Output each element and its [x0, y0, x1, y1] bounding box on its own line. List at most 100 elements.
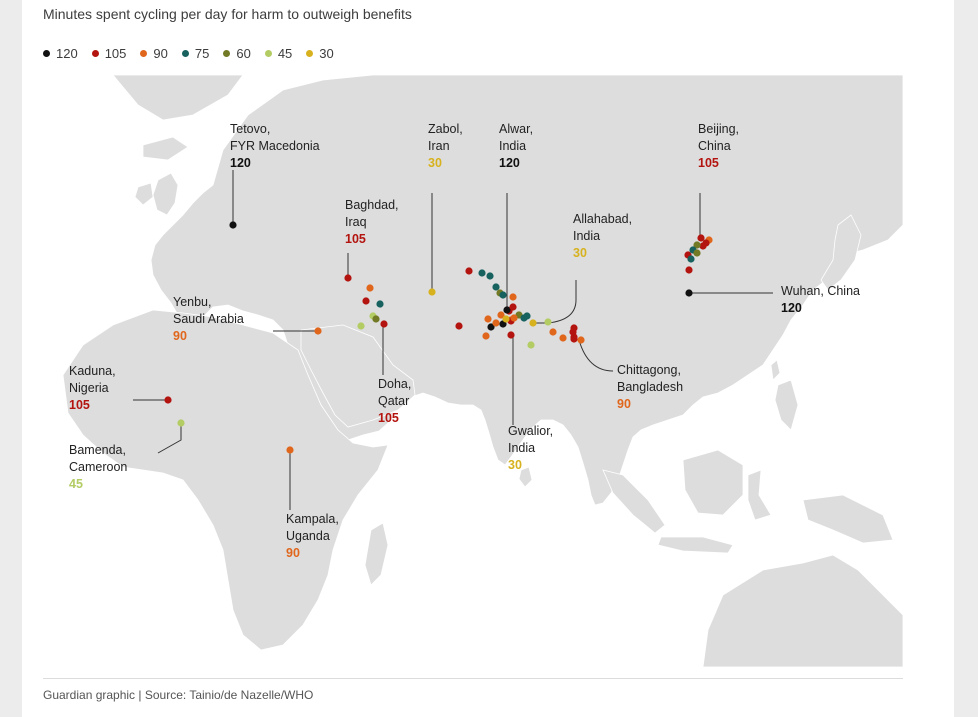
- label-beijing-line1: Beijing,: [698, 122, 739, 136]
- city-dot: [527, 341, 535, 349]
- legend-dot-75: [181, 49, 189, 57]
- city-dot: [455, 322, 463, 330]
- legend-item-120: 120: [43, 46, 78, 61]
- legend-item-75: 75: [181, 45, 210, 61]
- label-doha-line2: Qatar: [378, 394, 410, 408]
- label-kaduna: Kaduna, Nigeria 105: [69, 363, 116, 414]
- label-bamenda-value: 45: [69, 477, 83, 491]
- city-dot: [362, 297, 370, 305]
- city-dot: [523, 312, 531, 320]
- footer-divider: [43, 678, 903, 679]
- label-alwar-line2: India: [499, 139, 527, 153]
- city-dot: [577, 336, 585, 344]
- city-dot: [484, 315, 492, 323]
- city-dot: [465, 267, 473, 275]
- label-chittagong-line2: Bangladesh: [617, 380, 684, 394]
- legend-item-90: 90: [140, 45, 168, 61]
- label-alwar-line1: Alwar,: [499, 122, 534, 136]
- label-wuhan-value: 120: [781, 301, 802, 315]
- legend-label-105: 105: [104, 45, 127, 61]
- legend-label-60: 60: [236, 45, 251, 61]
- city-dot: [492, 319, 500, 327]
- city-dot: [314, 327, 322, 335]
- city-dot: [164, 396, 172, 404]
- legend-label-45: 45: [277, 45, 293, 61]
- label-tetovo-line2: FYR Macedonia: [230, 139, 320, 153]
- label-gwalior-line1: Gwalior,: [508, 424, 554, 438]
- label-tetovo: Tetovo, FYR Macedonia 120: [230, 121, 320, 172]
- city-dot: [693, 249, 701, 257]
- legend-item-60: 60: [223, 45, 251, 61]
- label-zabol: Zabol, Iran 30: [428, 121, 463, 172]
- city-dot: [529, 319, 537, 327]
- city-dot: [544, 318, 552, 326]
- city-dot: [482, 332, 490, 340]
- city-dot: [570, 335, 578, 343]
- city-dot: [702, 239, 710, 247]
- label-wuhan-line1: Wuhan, China: [781, 284, 860, 298]
- city-dot: [685, 289, 693, 297]
- city-dot: [486, 272, 494, 280]
- legend-dot-105: [91, 49, 99, 57]
- label-kaduna-line2: Nigeria: [69, 381, 109, 395]
- label-allahabad-value: 30: [573, 246, 587, 260]
- label-alwar: Alwar, India 120: [499, 121, 533, 172]
- label-kampala-line2: Uganda: [286, 529, 330, 543]
- legend-label-90: 90: [153, 45, 168, 61]
- label-zabol-line2: Iran: [428, 139, 450, 153]
- label-chittagong-line1: Chittagong,: [617, 363, 681, 377]
- label-yenbu: Yenbu, Saudi Arabia 90: [173, 294, 244, 345]
- label-doha: Doha, Qatar 105: [378, 376, 411, 427]
- city-dot: [509, 293, 517, 301]
- label-gwalior: Gwalior, India 30: [508, 423, 553, 474]
- label-gwalior-value: 30: [508, 458, 522, 472]
- city-dot: [570, 324, 578, 332]
- label-doha-line1: Doha,: [378, 377, 412, 391]
- city-dot: [492, 283, 500, 291]
- city-dot: [499, 291, 507, 299]
- label-wuhan: Wuhan, China 120: [781, 283, 860, 317]
- label-yenbu-line2: Saudi Arabia: [173, 312, 244, 326]
- city-dot: [357, 322, 365, 330]
- label-beijing-line2: China: [698, 139, 731, 153]
- city-dot: [687, 255, 695, 263]
- city-dot: [372, 315, 380, 323]
- city-dot: [559, 334, 567, 342]
- label-baghdad-value: 105: [345, 232, 366, 246]
- label-zabol-line1: Zabol,: [428, 122, 463, 136]
- legend-label-30: 30: [319, 45, 334, 61]
- legend-item-105: 105: [91, 45, 127, 61]
- legend-label-120: 120: [56, 45, 78, 61]
- label-zabol-value: 30: [428, 156, 442, 170]
- label-kampala-value: 90: [286, 546, 300, 560]
- city-dot: [376, 300, 384, 308]
- label-tetovo-value: 120: [230, 156, 251, 170]
- city-dot: [177, 419, 185, 427]
- label-baghdad: Baghdad, Iraq 105: [345, 197, 399, 248]
- legend-dot-45: [264, 49, 272, 57]
- city-dot: [685, 266, 693, 274]
- world-map: [43, 75, 903, 667]
- label-allahabad-line2: India: [573, 229, 601, 243]
- label-alwar-value: 120: [499, 156, 520, 170]
- label-kaduna-line1: Kaduna,: [69, 364, 116, 378]
- chart-title: Minutes spent cycling per day for harm t…: [43, 6, 412, 22]
- label-baghdad-line2: Iraq: [345, 215, 367, 229]
- city-dot: [229, 221, 237, 229]
- label-kampala: Kampala, Uganda 90: [286, 511, 339, 562]
- label-bamenda: Bamenda, Cameroon 45: [69, 442, 127, 493]
- label-allahabad: Allahabad, India 30: [573, 211, 632, 262]
- legend: 120 105 90 75 60 45 30: [43, 44, 334, 62]
- label-yenbu-line1: Yenbu,: [173, 295, 212, 309]
- label-tetovo-line1: Tetovo,: [230, 122, 271, 136]
- label-doha-value: 105: [378, 411, 399, 425]
- label-beijing: Beijing, China 105: [698, 121, 739, 172]
- legend-label-75: 75: [194, 45, 210, 61]
- label-allahabad-line1: Allahabad,: [573, 212, 633, 226]
- city-dot: [428, 288, 436, 296]
- city-dot: [286, 446, 294, 454]
- city-dot: [510, 314, 518, 322]
- legend-dot-120: [43, 49, 50, 57]
- source-credit: Guardian graphic | Source: Tainio/de Naz…: [43, 688, 314, 702]
- city-dot: [344, 274, 352, 282]
